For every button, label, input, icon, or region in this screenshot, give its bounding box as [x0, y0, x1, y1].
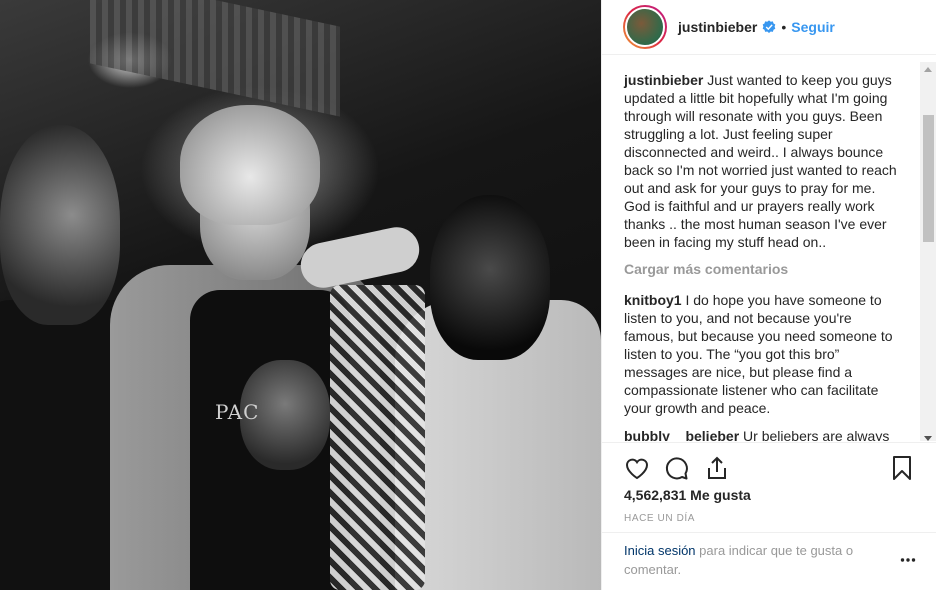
heart-icon[interactable] — [623, 454, 651, 482]
photo-person-center-hair — [180, 105, 320, 225]
like-count[interactable]: 4,562,831 Me gusta — [624, 487, 751, 503]
photo-person-left-head — [0, 125, 120, 325]
scroll-up-arrow-icon[interactable] — [924, 67, 932, 72]
post-sidebar: justinbieber • Seguir justinbieber Just … — [601, 0, 936, 590]
caption-text: Just wanted to keep you guys updated a l… — [624, 72, 897, 250]
avatar-image — [625, 7, 665, 47]
caption-username[interactable]: justinbieber — [624, 72, 703, 88]
photo-plaid-shirt — [330, 285, 425, 590]
scroll-down-arrow-icon[interactable] — [924, 436, 932, 441]
login-link[interactable]: Inicia sesión — [624, 543, 696, 558]
post-username[interactable]: justinbieber — [678, 19, 757, 35]
instagram-post-view: PAC justinbieber • Seguir justinbieber J… — [0, 0, 936, 590]
avatar[interactable] — [623, 5, 667, 49]
header-separator: • — [781, 19, 787, 35]
post-timestamp[interactable]: HACE UN DÍA — [624, 513, 695, 524]
load-more-comments-button[interactable]: Cargar más comentarios — [624, 261, 902, 277]
comment-username[interactable]: knitboy1 — [624, 292, 682, 308]
photo-shirt-text: PAC — [215, 400, 260, 424]
follow-button[interactable]: Seguir — [791, 19, 835, 35]
comment-item: knitboy1 I do hope you have someone to l… — [624, 291, 902, 417]
bookmark-icon[interactable] — [888, 454, 916, 482]
verified-badge-icon — [763, 20, 776, 33]
action-bar — [602, 442, 936, 492]
comment-username[interactable]: bubbly__belieber — [624, 428, 739, 441]
comment-text: Ur beliebers are always — [743, 428, 890, 441]
photo-person-right-head — [430, 195, 550, 360]
scrollbar-thumb[interactable] — [923, 115, 934, 242]
post-photo[interactable]: PAC — [0, 0, 601, 590]
share-icon[interactable] — [703, 454, 731, 482]
comments-list[interactable]: justinbieber Just wanted to keep you guy… — [602, 56, 936, 441]
more-options-icon[interactable] — [900, 552, 916, 568]
comment-text: I do hope you have someone to listen to … — [624, 292, 893, 416]
comments-scrollbar[interactable] — [920, 62, 936, 441]
caption: justinbieber Just wanted to keep you guy… — [624, 71, 902, 251]
comment-item: bubbly__belieber Ur beliebers are always — [624, 427, 902, 441]
login-prompt: Inicia sesión para indicar que te gusta … — [602, 532, 936, 579]
post-header: justinbieber • Seguir — [602, 0, 936, 55]
comment-icon[interactable] — [663, 454, 691, 482]
